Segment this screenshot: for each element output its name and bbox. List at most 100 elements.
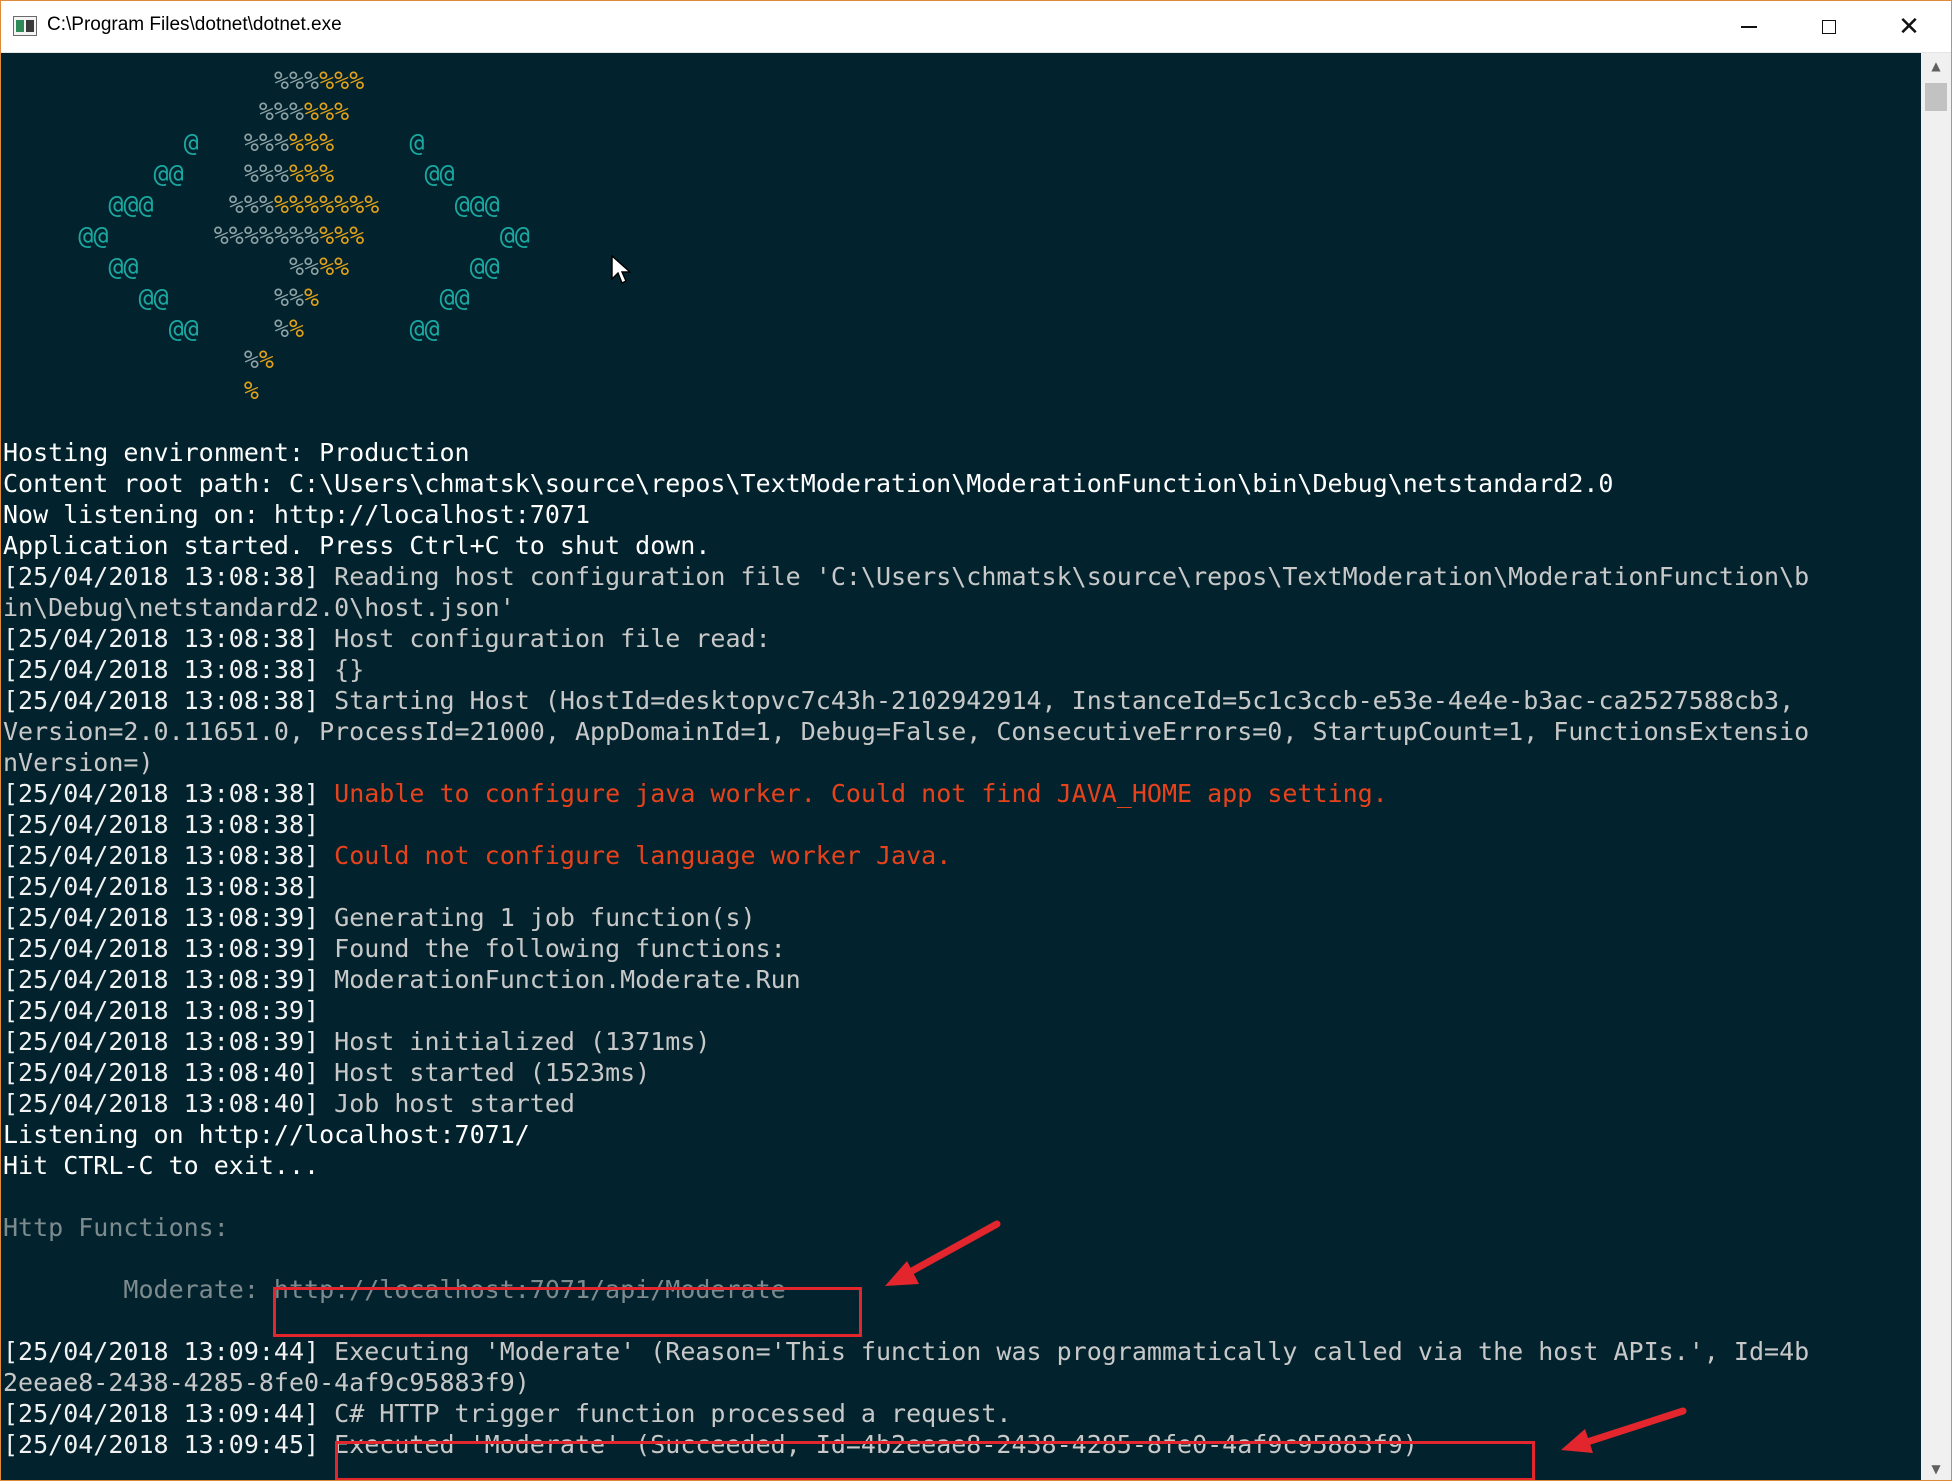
title-bar[interactable]: C:\Program Files\dotnet\dotnet.exe ✕: [1, 1, 1951, 53]
logo-segment: @@@: [108, 190, 154, 219]
logo-segment: [3, 252, 108, 281]
close-button[interactable]: ✕: [1869, 1, 1949, 52]
console-line: [25/04/2018 13:08:38] Starting Host (Hos…: [3, 685, 1809, 716]
console-plain-text: Hosting environment: Production: [3, 438, 470, 467]
console-line: [25/04/2018 13:08:40] Host started (1523…: [3, 1057, 1809, 1088]
console-line: nVersion=): [3, 747, 1809, 778]
function-name-label: Moderate:: [3, 1275, 259, 1304]
logo-segment: [3, 345, 244, 374]
log-timestamp: [25/04/2018 13:09:44]: [3, 1399, 320, 1428]
logo-segment: %%%: [243, 128, 289, 157]
azure-functions-logo-row: @@ %%% @@: [3, 282, 1809, 313]
logo-segment: %%: [288, 252, 320, 281]
azure-functions-logo-row: %%%%%%: [3, 65, 1809, 96]
window-title: C:\Program Files\dotnet\dotnet.exe: [47, 14, 342, 35]
logo-segment: %: [273, 314, 290, 343]
logo-segment: %%: [319, 252, 350, 281]
azure-functions-logo-row: %%: [3, 344, 1809, 375]
log-message: Job host started: [334, 1089, 575, 1118]
scroll-up-icon[interactable]: ▲: [1921, 53, 1951, 79]
console-line: [25/04/2018 13:09:44] Executing 'Moderat…: [3, 1336, 1809, 1367]
log-timestamp: [25/04/2018 13:08:38]: [3, 872, 320, 901]
log-timestamp: [25/04/2018 13:08:38]: [3, 810, 320, 839]
minimize-button[interactable]: [1709, 1, 1789, 52]
azure-functions-logo-row: @ %%%%%% @: [3, 127, 1809, 158]
scroll-down-icon[interactable]: ▼: [1921, 1456, 1951, 1480]
log-timestamp: [25/04/2018 13:08:38]: [3, 562, 320, 591]
logo-segment: [379, 190, 454, 219]
console-window: C:\Program Files\dotnet\dotnet.exe ✕ %%%…: [0, 0, 1952, 1481]
logo-segment: [108, 221, 213, 250]
logo-segment: %: [258, 345, 274, 374]
log-timestamp: [25/04/2018 13:08:39]: [3, 934, 320, 963]
logo-segment: %: [304, 283, 320, 312]
log-timestamp: [25/04/2018 13:08:38]: [3, 655, 320, 684]
log-timestamp: [25/04/2018 13:08:39]: [3, 903, 320, 932]
error-message: Could not configure language worker Java…: [334, 841, 952, 870]
close-icon: ✕: [1898, 11, 1920, 42]
logo-segment: [199, 128, 244, 157]
logo-segment: [3, 128, 184, 157]
console-line: Now listening on: http://localhost:7071: [3, 499, 1809, 530]
log-message-continued: Version=2.0.11651.0, ProcessId=21000, Ap…: [3, 717, 1810, 746]
console-line: Hosting environment: Production: [3, 437, 1809, 468]
console-line: [25/04/2018 13:08:38]: [3, 809, 1809, 840]
console-line: [25/04/2018 13:08:39] Generating 1 job f…: [3, 902, 1809, 933]
log-message: Host configuration file read:: [334, 624, 771, 653]
console-line: [25/04/2018 13:08:38] Host configuration…: [3, 623, 1809, 654]
vertical-scrollbar[interactable]: ▲ ▼: [1921, 53, 1951, 1480]
http-functions-heading: Http Functions:: [3, 1213, 229, 1242]
log-timestamp: [25/04/2018 13:08:38]: [3, 686, 320, 715]
logo-segment: [319, 283, 439, 312]
highlight-box-function-url: [273, 1287, 862, 1337]
logo-segment: @@: [469, 252, 500, 281]
console-line: [25/04/2018 13:08:38]: [3, 871, 1809, 902]
logo-segment: @@: [153, 159, 184, 188]
logo-segment: @: [409, 128, 425, 157]
console-line: [25/04/2018 13:08:39]: [3, 995, 1809, 1026]
logo-segment: [334, 128, 409, 157]
logo-segment: [349, 252, 469, 281]
log-timestamp: [25/04/2018 13:09:45]: [3, 1430, 320, 1459]
logo-segment: [3, 97, 259, 126]
console-line: [25/04/2018 13:08:40] Job host started: [3, 1088, 1809, 1119]
console-output[interactable]: %%%%%% %%%%%% @ %%%%%% @ @@ %%%%%% @@ @@…: [1, 53, 1921, 1480]
console-line: [25/04/2018 13:09:44] C# HTTP trigger fu…: [3, 1398, 1809, 1429]
minimize-icon: [1741, 25, 1757, 28]
console-line: [25/04/2018 13:08:38] Unable to configur…: [3, 778, 1809, 809]
log-timestamp: [25/04/2018 13:08:39]: [3, 965, 320, 994]
mouse-cursor-icon: [611, 255, 631, 284]
log-message: Found the following functions:: [334, 934, 786, 963]
log-timestamp: [25/04/2018 13:08:40]: [3, 1058, 320, 1087]
log-timestamp: [25/04/2018 13:08:39]: [3, 996, 320, 1025]
logo-segment: %: [289, 314, 305, 343]
console-app-icon: [13, 16, 37, 36]
console-line: Application started. Press Ctrl+C to shu…: [3, 530, 1809, 561]
log-timestamp: [25/04/2018 13:08:38]: [3, 841, 320, 870]
logo-segment: @@: [168, 314, 199, 343]
logo-segment: %%%: [228, 190, 274, 219]
log-message: Host started (1523ms): [334, 1058, 651, 1087]
logo-segment: [154, 190, 229, 219]
logo-segment: %%%%%%%: [273, 190, 380, 219]
console-line: Http Functions:: [3, 1212, 1809, 1243]
logo-segment: [3, 283, 138, 312]
maximize-button[interactable]: [1789, 1, 1869, 52]
log-message-continued: nVersion=): [3, 748, 154, 777]
log-message: Generating 1 job function(s): [334, 903, 756, 932]
logo-segment: %%: [273, 283, 305, 312]
logo-segment: [3, 66, 274, 95]
logo-segment: @@: [499, 221, 530, 250]
azure-functions-logo-row: @@ %%%%%%%%%% @@: [3, 220, 1809, 251]
logo-segment: %%%: [289, 159, 335, 188]
log-timestamp: [25/04/2018 13:08:39]: [3, 1027, 320, 1056]
scroll-thumb[interactable]: [1925, 83, 1947, 111]
logo-segment: @@@: [454, 190, 500, 219]
logo-segment: [364, 221, 499, 250]
logo-segment: [3, 314, 169, 343]
console-line: Version=2.0.11651.0, ProcessId=21000, Ap…: [3, 716, 1809, 747]
log-message: Executing 'Moderate' (Reason='This funct…: [334, 1337, 1810, 1366]
console-plain-text: Hit CTRL-C to exit...: [3, 1151, 320, 1180]
